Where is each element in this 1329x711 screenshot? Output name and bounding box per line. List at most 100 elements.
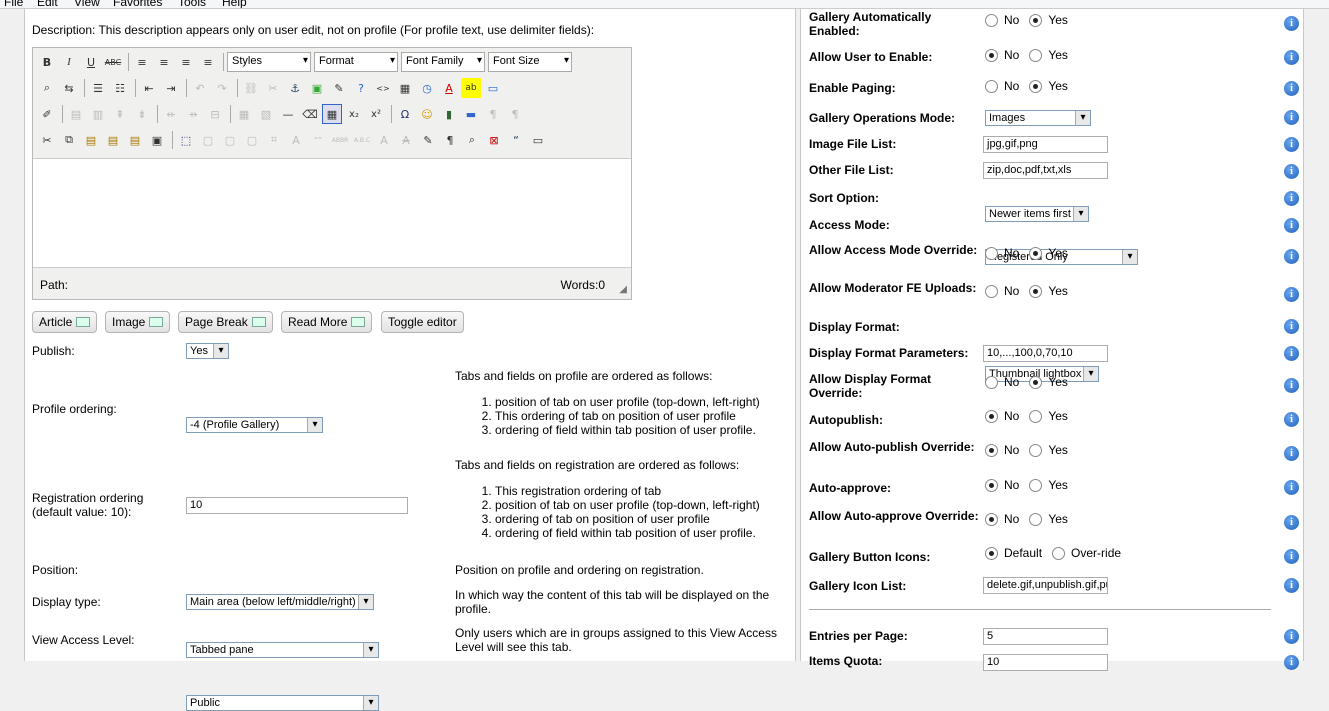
bullet-list-icon[interactable]: ☰ — [88, 78, 108, 98]
no-radio[interactable] — [985, 409, 998, 423]
read-more-button[interactable]: Read More — [281, 311, 373, 333]
insert-time-icon[interactable]: ◷ — [417, 78, 437, 98]
no-radio[interactable] — [985, 478, 998, 492]
resize-grip-icon[interactable]: ◢ — [619, 284, 627, 295]
font-size-select[interactable]: Font Size — [488, 52, 572, 72]
menu-view[interactable]: View — [74, 0, 100, 8]
info-icon[interactable]: i — [1284, 480, 1299, 495]
no-radio[interactable] — [985, 375, 998, 389]
table-cell-props-icon[interactable]: ▥ — [88, 104, 108, 124]
no-radio[interactable] — [985, 79, 998, 93]
items-quota-input[interactable]: 10 — [983, 654, 1108, 671]
yes-radio[interactable] — [1029, 246, 1043, 260]
emoticon-icon[interactable]: ☺ — [417, 104, 437, 124]
delete-col-icon[interactable]: ⊟ — [205, 104, 225, 124]
nonbreaking-icon[interactable]: ▬ — [461, 104, 481, 124]
registration-ordering-input[interactable]: 10 — [186, 497, 408, 514]
article-button[interactable]: Article — [32, 311, 98, 333]
ltr-icon[interactable]: ¶ — [483, 104, 503, 124]
info-icon[interactable]: i — [1284, 191, 1299, 206]
info-icon[interactable]: i — [1284, 629, 1299, 644]
no-radio[interactable] — [985, 48, 998, 62]
info-icon[interactable]: i — [1284, 249, 1299, 264]
info-icon[interactable]: i — [1284, 110, 1299, 125]
subscript-icon[interactable]: x₂ — [344, 104, 364, 124]
format-select[interactable]: Format — [314, 52, 398, 72]
menu-edit[interactable]: Edit — [37, 0, 58, 8]
display-format-params-input[interactable]: 10,...,100,0,70,10 — [983, 345, 1108, 362]
copy-icon[interactable]: ⧉ — [59, 130, 79, 150]
no-radio[interactable] — [985, 284, 998, 298]
yes-radio[interactable] — [1029, 478, 1043, 492]
menu-file[interactable]: File — [4, 0, 23, 8]
info-icon[interactable]: i — [1284, 549, 1299, 564]
outdent-icon[interactable]: ⇤ — [139, 78, 159, 98]
yes-radio[interactable] — [1029, 48, 1043, 62]
info-icon[interactable]: i — [1284, 50, 1299, 65]
paste-text-icon[interactable]: ▤ — [103, 130, 123, 150]
yes-radio[interactable] — [1029, 375, 1043, 389]
info-icon[interactable]: i — [1284, 16, 1299, 31]
help-icon[interactable]: ? — [351, 78, 371, 98]
sort-option-select[interactable]: Newer items first — [985, 206, 1089, 222]
align-right-icon[interactable]: ≡ — [176, 52, 196, 72]
anchor-icon[interactable]: ⚓ — [285, 78, 305, 98]
gallery-icon-list-input[interactable]: delete.gif,unpublish.gif,pu — [983, 577, 1108, 594]
find-icon[interactable]: ⌕ — [37, 78, 57, 98]
template-icon[interactable]: ▭ — [528, 130, 548, 150]
other-file-list-input[interactable]: zip,doc,pdf,txt,xls — [983, 162, 1108, 179]
info-icon[interactable]: i — [1284, 81, 1299, 96]
info-icon[interactable]: i — [1284, 515, 1299, 530]
bold-icon[interactable]: B — [37, 52, 57, 72]
numbered-list-icon[interactable]: ☷ — [110, 78, 130, 98]
paste-icon[interactable]: ▤ — [81, 130, 101, 150]
font-color-icon[interactable]: A — [439, 78, 459, 98]
special-char-icon[interactable]: Ω — [395, 104, 415, 124]
page-break-button[interactable]: Page Break — [178, 311, 273, 333]
no-radio[interactable] — [985, 512, 998, 526]
yes-radio[interactable] — [1029, 409, 1043, 423]
align-justify-icon[interactable]: ≡ — [198, 52, 218, 72]
redo-icon[interactable]: ↷ — [212, 78, 232, 98]
col-after-icon[interactable]: ⇸ — [183, 104, 203, 124]
styles-select[interactable]: Styles — [227, 52, 311, 72]
html-icon[interactable]: <> — [373, 78, 393, 98]
style-props-icon[interactable]: A — [286, 130, 306, 150]
no-radio[interactable] — [985, 443, 998, 457]
entries-per-page-input[interactable]: 5 — [983, 628, 1108, 645]
rtl-icon[interactable]: ¶ — [505, 104, 525, 124]
toggle-editor-button[interactable]: Toggle editor — [381, 311, 464, 333]
preview-icon[interactable]: ⌕ — [462, 130, 482, 150]
override-radio[interactable] — [1052, 546, 1066, 560]
info-icon[interactable]: i — [1284, 346, 1299, 361]
yes-radio[interactable] — [1029, 443, 1043, 457]
fullscreen-icon[interactable]: ▭ — [483, 78, 503, 98]
no-radio[interactable] — [985, 13, 998, 27]
align-left-icon[interactable]: ≡ — [132, 52, 152, 72]
visual-aid-icon[interactable]: ⬚ — [176, 130, 196, 150]
superscript-icon[interactable]: x² — [366, 104, 386, 124]
table-row-props-icon[interactable]: ▤ — [66, 104, 86, 124]
col-before-icon[interactable]: ⇷ — [161, 104, 181, 124]
blockquote-icon[interactable]: “ — [506, 130, 526, 150]
yes-radio[interactable] — [1029, 512, 1043, 526]
yes-radio[interactable] — [1029, 284, 1043, 298]
merge-cells-icon[interactable]: ▦ — [234, 104, 254, 124]
info-icon[interactable]: i — [1284, 319, 1299, 334]
info-icon[interactable]: i — [1284, 578, 1299, 593]
info-icon[interactable]: i — [1284, 655, 1299, 670]
editor-content-area[interactable] — [33, 158, 631, 268]
yes-radio[interactable] — [1029, 13, 1043, 27]
absolute-icon[interactable]: ⌗ — [264, 130, 284, 150]
image-file-list-input[interactable]: jpg,gif,png — [983, 136, 1108, 153]
info-icon[interactable]: i — [1284, 164, 1299, 179]
profile-ordering-select[interactable]: -4 (Profile Gallery) — [186, 417, 323, 433]
info-icon[interactable]: i — [1284, 378, 1299, 393]
image-button[interactable]: Image — [105, 311, 171, 333]
highlight-color-icon[interactable]: ab — [461, 78, 481, 98]
publish-select[interactable]: Yes — [186, 343, 229, 359]
info-icon[interactable]: i — [1284, 218, 1299, 233]
page-break-icon[interactable]: ⊠ — [484, 130, 504, 150]
menu-help[interactable]: Help — [222, 0, 247, 8]
row-after-icon[interactable]: ⇟ — [132, 104, 152, 124]
